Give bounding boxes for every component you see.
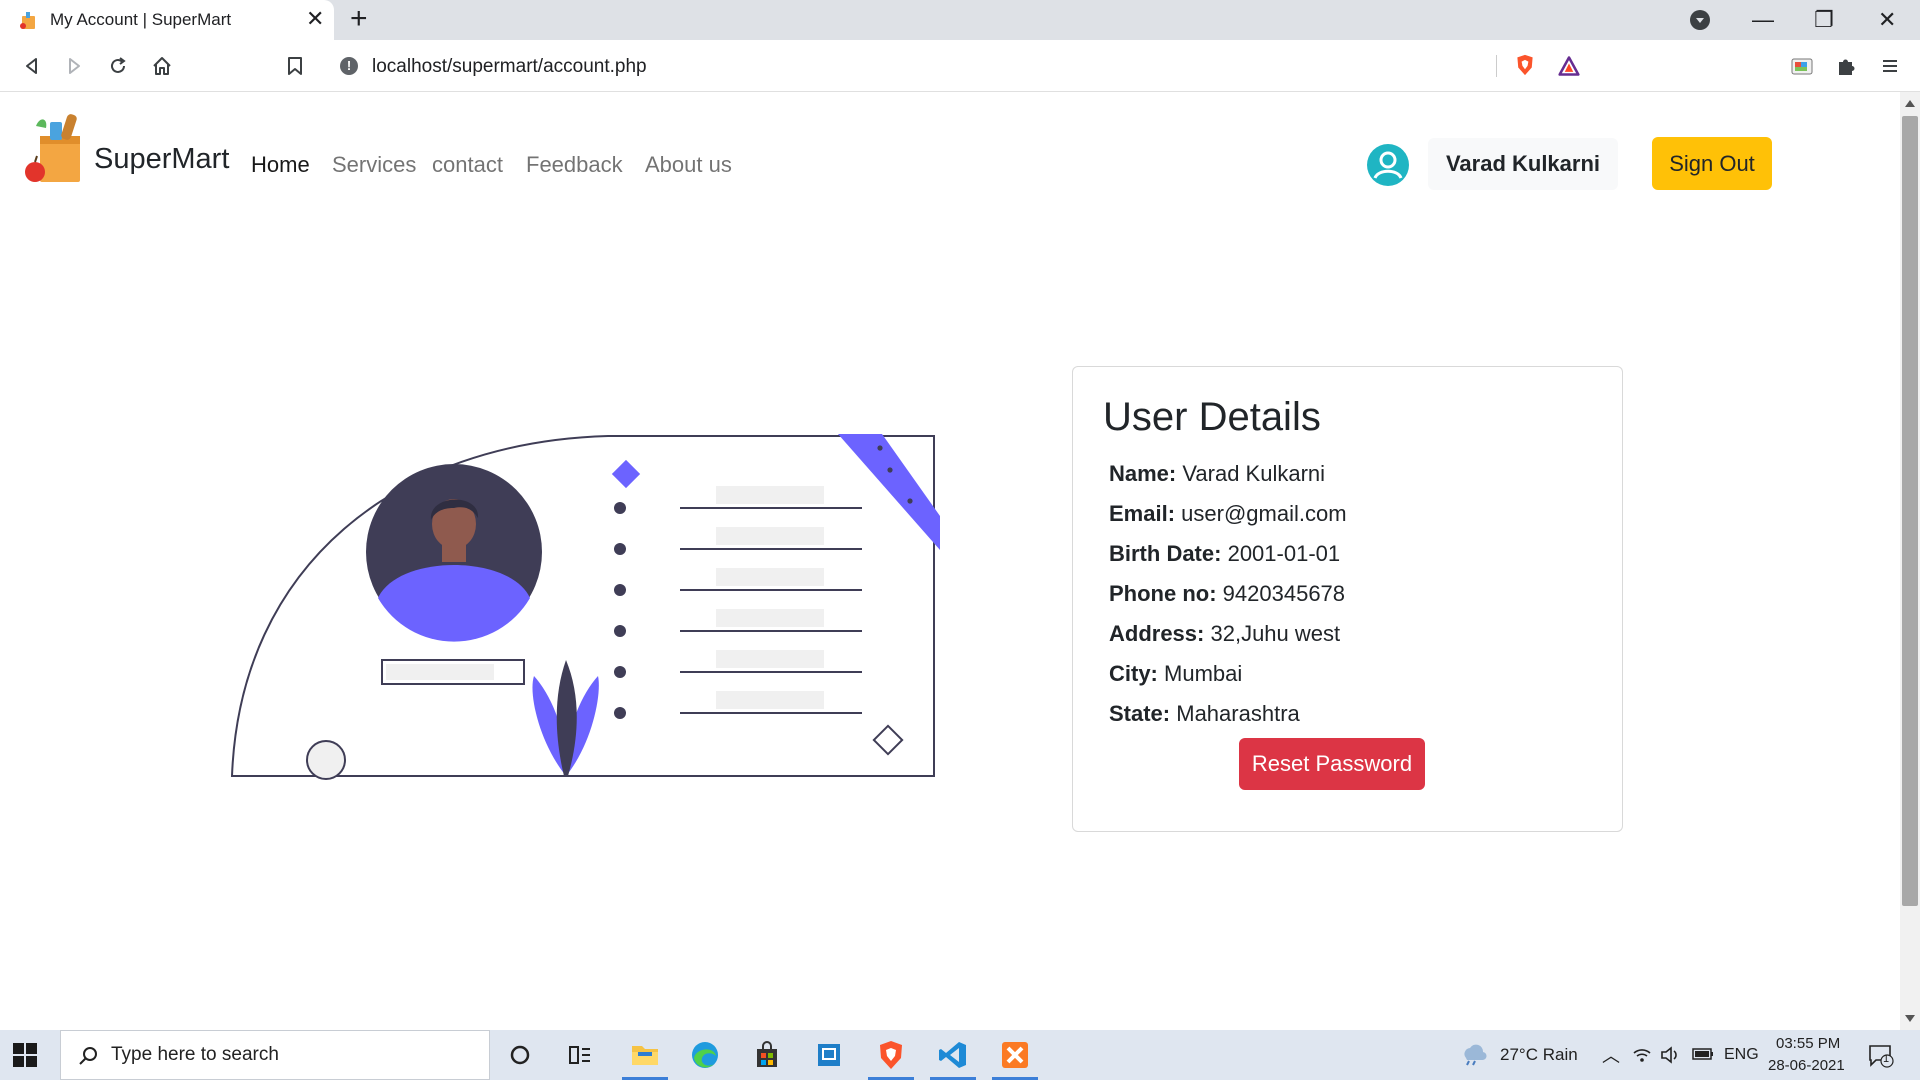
brave-rewards-icon[interactable] bbox=[1558, 55, 1580, 77]
detail-value: Varad Kulkarni bbox=[1182, 461, 1326, 486]
reload-icon[interactable] bbox=[102, 50, 134, 82]
nav-services-link[interactable]: Services bbox=[332, 152, 416, 178]
profile-card-illustration bbox=[230, 434, 940, 780]
detail-name: Name: Varad Kulkarni bbox=[1109, 461, 1325, 487]
user-avatar-icon[interactable] bbox=[1366, 143, 1410, 187]
detail-state: State: Maharashtra bbox=[1109, 701, 1300, 727]
browser-tab[interactable]: My Account | SuperMart ✕ bbox=[0, 0, 334, 40]
detail-value: Maharashtra bbox=[1176, 701, 1300, 726]
back-icon[interactable] bbox=[16, 50, 48, 82]
weather-text[interactable]: 27°C Rain bbox=[1500, 1045, 1578, 1065]
scroll-down-icon[interactable] bbox=[1905, 1015, 1915, 1022]
detail-birth-date: Birth Date: 2001-01-01 bbox=[1109, 541, 1340, 567]
illustration-list-lines bbox=[614, 486, 862, 719]
network-icon[interactable] bbox=[1632, 1047, 1652, 1063]
site-navbar: SuperMart Home Services contact Feedback… bbox=[0, 92, 1900, 212]
nav-home-link[interactable]: Home bbox=[251, 152, 310, 178]
tab-title: My Account | SuperMart bbox=[50, 10, 232, 29]
address-bar[interactable]: ! localhost/supermart/account.php bbox=[326, 47, 1596, 85]
weather-rain-icon[interactable] bbox=[1460, 1044, 1488, 1066]
tray-chevron-icon[interactable]: ︿ bbox=[1602, 1042, 1620, 1068]
remote-desktop-icon[interactable] bbox=[804, 1034, 854, 1076]
supermart-logo-icon bbox=[25, 114, 80, 182]
scroll-up-icon[interactable] bbox=[1905, 100, 1915, 107]
detail-value: 32,Juhu west bbox=[1210, 621, 1341, 646]
detail-label: Address: bbox=[1109, 621, 1205, 646]
tab-search-icon[interactable] bbox=[1690, 10, 1710, 30]
close-window-button[interactable]: ✕ bbox=[1878, 4, 1896, 36]
detail-label: Phone no: bbox=[1109, 581, 1217, 606]
clock-time[interactable]: 03:55 PM bbox=[1776, 1035, 1840, 1052]
windows-start-icon[interactable] bbox=[12, 1042, 38, 1068]
tab-close-icon[interactable]: ✕ bbox=[306, 8, 324, 30]
new-tab-button[interactable]: + bbox=[350, 4, 368, 34]
menu-icon[interactable] bbox=[1874, 50, 1906, 82]
bookmark-icon[interactable] bbox=[279, 50, 311, 82]
detail-label: State: bbox=[1109, 701, 1171, 726]
cortana-icon[interactable] bbox=[495, 1034, 545, 1076]
user-details-card: User Details Name: Varad Kulkarni Email:… bbox=[1072, 366, 1623, 832]
scroll-thumb[interactable] bbox=[1902, 116, 1918, 906]
notification-count: 1 bbox=[1883, 1053, 1890, 1065]
extensions-puzzle-icon[interactable] bbox=[1830, 50, 1862, 82]
url-text[interactable]: localhost/supermart/account.php bbox=[372, 56, 647, 78]
detail-address: Address: 32,Juhu west bbox=[1109, 621, 1340, 647]
page-scrollbar[interactable] bbox=[1900, 92, 1920, 1030]
vscode-icon[interactable] bbox=[928, 1034, 978, 1080]
nav-about-link[interactable]: About us bbox=[645, 152, 732, 178]
language-indicator[interactable]: ENG bbox=[1724, 1046, 1759, 1064]
detail-city: City: Mumbai bbox=[1109, 661, 1242, 687]
page-content: SuperMart Home Services contact Feedback… bbox=[0, 92, 1900, 1030]
microsoft-store-icon[interactable] bbox=[742, 1034, 792, 1076]
restore-button[interactable]: ❐ bbox=[1814, 4, 1834, 36]
nav-feedback-link[interactable]: Feedback bbox=[526, 152, 623, 178]
search-icon bbox=[79, 1047, 97, 1065]
brand[interactable]: SuperMart bbox=[22, 110, 229, 184]
omnibox-divider bbox=[1496, 55, 1497, 77]
wallet-extension-icon[interactable] bbox=[1786, 50, 1818, 82]
browser-toolbar: ! localhost/supermart/account.php bbox=[0, 40, 1920, 92]
taskbar-search-box[interactable]: Type here to search bbox=[60, 1030, 490, 1080]
task-view-icon[interactable] bbox=[555, 1034, 605, 1076]
user-name-button[interactable]: Varad Kulkarni bbox=[1428, 138, 1618, 190]
home-icon[interactable] bbox=[146, 50, 178, 82]
detail-value: user@gmail.com bbox=[1181, 501, 1347, 526]
search-placeholder: Type here to search bbox=[111, 1044, 279, 1065]
windows-taskbar: Type here to search 27°C Rain ︿ ENG 03:5… bbox=[0, 1030, 1920, 1080]
detail-label: Email: bbox=[1109, 501, 1176, 526]
detail-email: Email: user@gmail.com bbox=[1109, 501, 1347, 527]
xampp-icon[interactable] bbox=[990, 1034, 1040, 1080]
site-info-icon[interactable]: ! bbox=[340, 57, 358, 75]
brave-shields-icon[interactable] bbox=[1514, 54, 1536, 76]
detail-value: 2001-01-01 bbox=[1227, 541, 1341, 566]
detail-value: 9420345678 bbox=[1222, 581, 1346, 606]
detail-phone: Phone no: 9420345678 bbox=[1109, 581, 1345, 607]
clock-date[interactable]: 28-06-2021 bbox=[1768, 1057, 1845, 1074]
sign-out-button[interactable]: Sign Out bbox=[1652, 137, 1772, 190]
nav-contact-link[interactable]: contact bbox=[432, 152, 503, 178]
battery-icon[interactable] bbox=[1692, 1048, 1714, 1060]
forward-icon[interactable] bbox=[58, 50, 90, 82]
supermart-favicon-icon bbox=[20, 12, 35, 29]
detail-label: Name: bbox=[1109, 461, 1177, 486]
notification-center-icon[interactable] bbox=[1868, 1044, 1894, 1068]
browser-tab-bar: My Account | SuperMart ✕ + — ❐ ✕ bbox=[0, 0, 1920, 40]
card-title: User Details bbox=[1103, 395, 1321, 439]
brand-name: SuperMart bbox=[94, 143, 230, 175]
minimize-button[interactable]: — bbox=[1752, 4, 1774, 36]
reset-password-button[interactable]: Reset Password bbox=[1239, 738, 1425, 790]
edge-browser-icon[interactable] bbox=[680, 1034, 730, 1076]
detail-value: Mumbai bbox=[1164, 661, 1243, 686]
detail-label: Birth Date: bbox=[1109, 541, 1222, 566]
file-explorer-icon[interactable] bbox=[620, 1034, 670, 1080]
volume-icon[interactable] bbox=[1660, 1046, 1680, 1064]
brave-browser-icon[interactable] bbox=[866, 1034, 916, 1080]
detail-label: City: bbox=[1109, 661, 1158, 686]
